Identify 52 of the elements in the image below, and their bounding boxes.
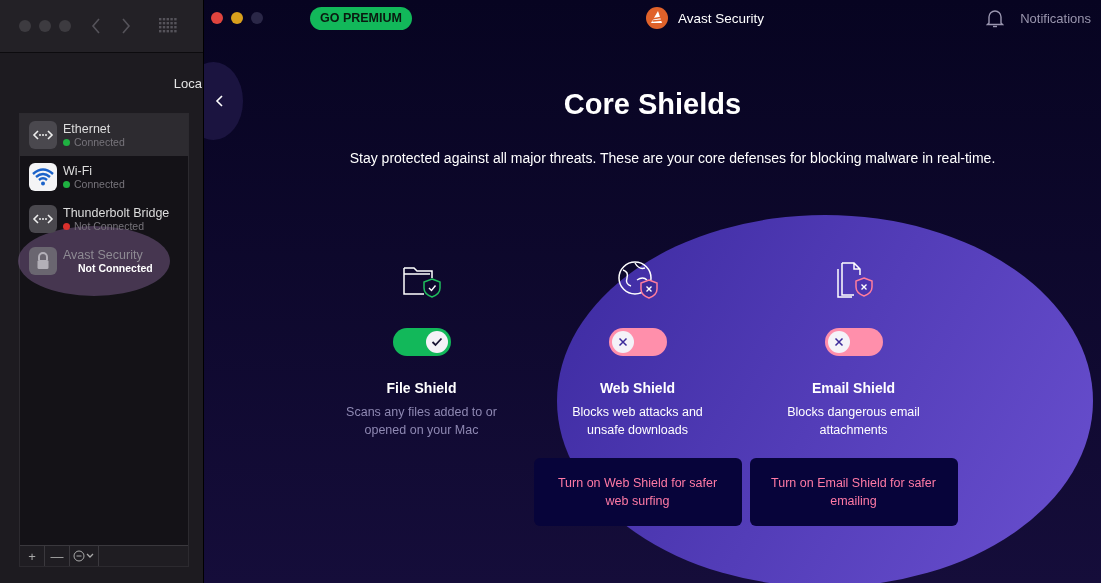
shield-description: Blocks web attacks and unsafe downloads [571, 404, 704, 439]
globe-shield-icon [616, 260, 659, 300]
network-service-item[interactable]: Ethernet Connected [20, 114, 188, 156]
go-premium-button[interactable]: GO PREMIUM [310, 6, 412, 30]
add-button[interactable]: + [20, 546, 45, 566]
lock-icon [29, 247, 57, 275]
window-close-button[interactable] [211, 12, 223, 24]
tip-card[interactable]: Turn on Email Shield for safer emailing [749, 458, 958, 526]
network-service-item[interactable]: Avast Security Not Connected [20, 240, 188, 282]
shield-name: Web Shield [599, 380, 676, 396]
shield-toggle[interactable] [824, 328, 883, 356]
window-minimize-button[interactable] [231, 12, 243, 24]
ethernet-icon [29, 121, 57, 149]
check-icon [430, 337, 443, 347]
service-name: Wi-Fi [63, 164, 94, 178]
service-status: Connected [74, 178, 125, 190]
close-icon [833, 337, 844, 347]
wifi-icon [29, 163, 57, 191]
shield-toggle[interactable] [608, 328, 667, 356]
page-subtitle: Stay protected against all major threats. These are your core defenses for blocking malware in real-time. [349, 150, 996, 166]
service-status: Connected [74, 136, 125, 148]
shield-name: Email Shield [811, 380, 896, 396]
logo-icon [646, 7, 668, 29]
app-title: Avast Security [678, 10, 765, 26]
tip-card[interactable]: Turn on Web Shield for safer web surfing [533, 458, 742, 526]
page-heading: Core Shields [563, 88, 742, 121]
bell-icon[interactable] [986, 8, 1005, 28]
window-zoom-button[interactable] [251, 12, 263, 24]
window-zoom-button[interactable] [59, 20, 71, 32]
shield-description: Scans any files added to or opened on your Mac [345, 404, 498, 439]
notifications-link[interactable]: Notifications [1020, 10, 1091, 26]
grid-icon[interactable] [159, 18, 177, 34]
service-name: Ethernet [63, 122, 112, 136]
network-service-item[interactable]: Thunderbolt Bridge Not Connected [20, 198, 188, 240]
chevron-left-icon [214, 94, 225, 108]
remove-button[interactable]: — [45, 546, 70, 566]
shield-description: Blocks dangerous email attachments [786, 404, 921, 439]
location-label: Loca [173, 75, 202, 91]
service-status: Not Connected [74, 220, 145, 232]
shield-name: File Shield [386, 380, 457, 396]
service-name: Thunderbolt Bridge [63, 206, 170, 220]
service-name: Avast Security [63, 248, 144, 262]
network-service-item[interactable]: Wi-Fi Connected [20, 156, 188, 198]
close-icon [617, 337, 628, 347]
back-icon[interactable] [91, 17, 101, 35]
tip-text: Turn on Web Shield for safer web surfing [556, 475, 719, 510]
forward-icon[interactable] [121, 17, 131, 35]
tip-text: Turn on Email Shield for safer emailing [770, 475, 937, 510]
action-menu-button[interactable] [70, 546, 99, 566]
ethernet-icon [29, 205, 57, 233]
shield-toggle[interactable] [392, 328, 451, 356]
service-status: Not Connected [78, 262, 153, 274]
